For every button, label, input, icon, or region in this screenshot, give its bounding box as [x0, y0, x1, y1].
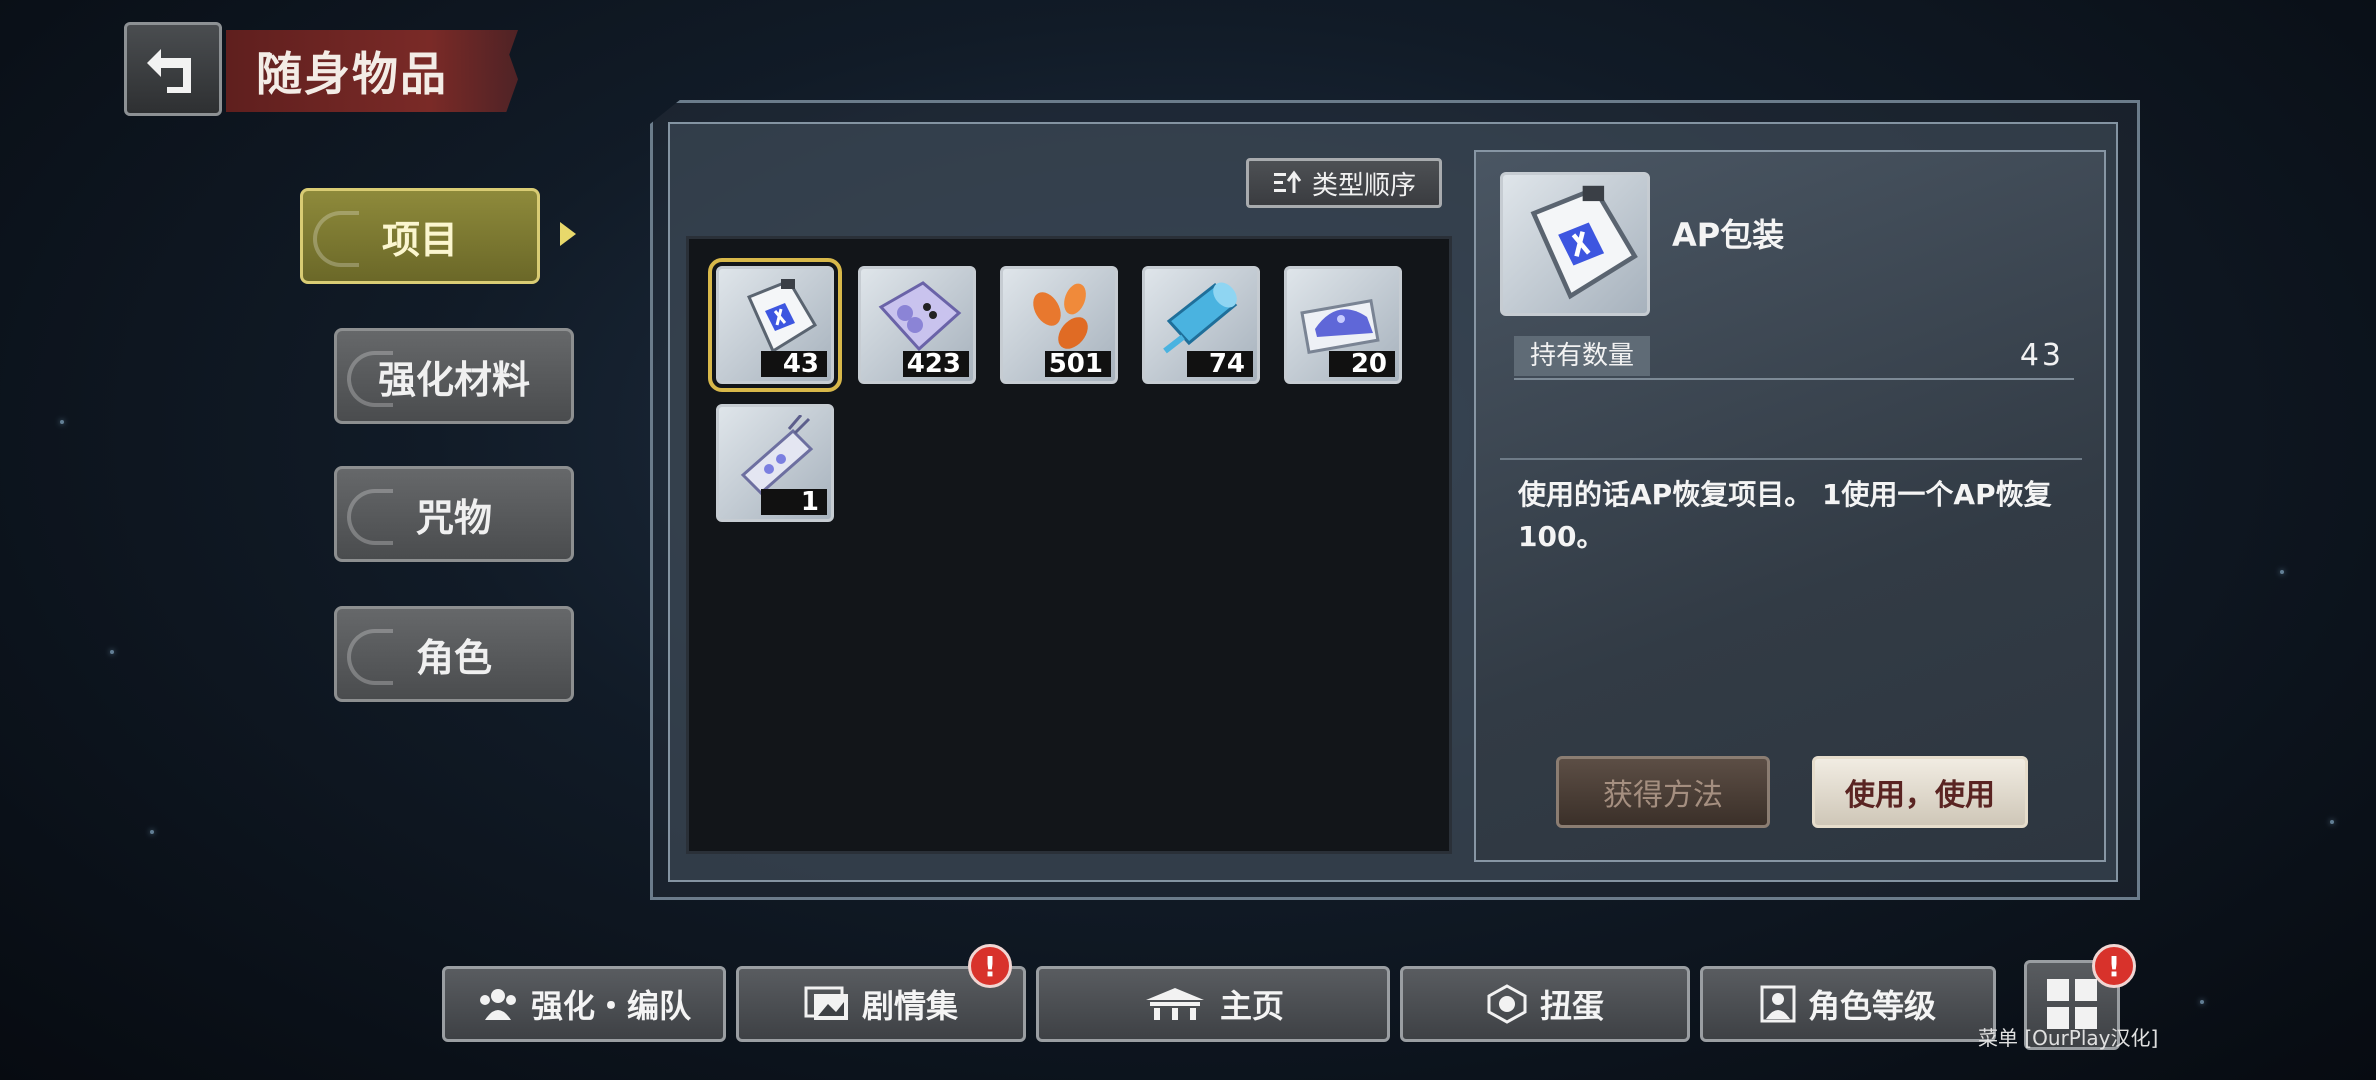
back-button[interactable] [124, 22, 222, 116]
gacha-icon [1487, 984, 1527, 1024]
orange-leaves-icon [1033, 283, 1088, 349]
sort-button[interactable]: 类型顺序 [1246, 158, 1442, 208]
page-title: 随身物品 [256, 47, 448, 101]
detail-divider [1500, 458, 2082, 460]
owned-quantity-label: 持有数量 [1514, 336, 1651, 376]
tab-decoration [347, 629, 393, 685]
item-quantity: 20 [1329, 351, 1395, 377]
crystal-tag-icon [740, 415, 814, 495]
active-tab-arrow-icon [560, 222, 576, 246]
item-quantity: 501 [1045, 351, 1111, 377]
nav-character-level[interactable]: 角色等级 [1700, 966, 1996, 1042]
background-star [110, 650, 114, 654]
sort-icon [1273, 170, 1302, 193]
character-portrait-icon [1760, 985, 1796, 1023]
ap-package-icon [1530, 185, 1638, 300]
crystal-sheet-icon [878, 281, 962, 352]
tab-label: 角色 [415, 635, 492, 680]
item-slot-blue-crystal-pile[interactable]: 20 [1284, 266, 1402, 384]
back-arrow-icon [147, 49, 191, 93]
tab-items[interactable]: 项目 [300, 188, 540, 284]
story-album-icon [804, 986, 848, 1020]
use-button[interactable]: 使用，使用 [1812, 756, 2028, 828]
nav-label: 主页 [1219, 987, 1284, 1025]
item-slot-crystal-sheet[interactable]: 423 [858, 266, 976, 384]
background-star [150, 830, 154, 834]
background-star [60, 420, 64, 424]
item-quantity: 423 [903, 351, 969, 377]
owned-quantity-row: 持有数量 43 [1514, 336, 2074, 380]
ap-package-icon [746, 279, 818, 354]
tab-decoration [313, 211, 359, 267]
blue-crystal-pile-icon [1300, 298, 1380, 354]
title-banner: 随身物品 [226, 30, 518, 112]
item-description: 使用的话AP恢复项目。 1使用一个AP恢复100。 [1518, 478, 2052, 553]
item-quantity: 43 [761, 351, 827, 377]
tab-characters[interactable]: 角色 [334, 606, 574, 702]
detail-item-name: AP包装 [1672, 216, 1785, 254]
nav-label: 强化・编队 [530, 987, 691, 1025]
item-quantity: 74 [1187, 351, 1253, 377]
sort-label: 类型顺序 [1311, 170, 1416, 201]
background-star [2280, 570, 2284, 574]
tab-label: 强化材料 [377, 357, 530, 402]
item-slot-orange-leaves[interactable]: 501 [1000, 266, 1118, 384]
tab-decoration [347, 489, 393, 545]
background-star [2200, 1000, 2204, 1004]
team-icon [479, 989, 516, 1020]
item-slot-crystal-tag[interactable]: 1 [716, 404, 834, 522]
obtain-method-button[interactable]: 获得方法 [1556, 756, 1770, 828]
nav-gacha[interactable]: 扭蛋 [1400, 966, 1690, 1042]
tab-decoration [347, 351, 393, 407]
menu-label: 菜单 [OurPlay汉化] [1978, 1026, 2159, 1050]
blue-scroll-icon [1163, 282, 1238, 354]
nav-label: 扭蛋 [1539, 987, 1604, 1025]
tab-curios[interactable]: 咒物 [334, 466, 574, 562]
owned-quantity-value: 43 [2019, 338, 2064, 373]
detail-item-icon [1500, 172, 1650, 316]
home-icon [1145, 988, 1204, 1020]
tab-label: 咒物 [415, 495, 492, 540]
nav-enhance-team[interactable]: 强化・编队 [442, 966, 726, 1042]
tab-enhance-materials[interactable]: 强化材料 [334, 328, 574, 424]
nav-label: 剧情集 [861, 987, 958, 1025]
item-slot-ap-package[interactable]: 43 [708, 258, 842, 392]
background-star [2330, 820, 2334, 824]
story-alert-badge: ! [968, 944, 1012, 988]
tab-label: 项目 [381, 217, 458, 262]
item-quantity: 1 [761, 489, 827, 515]
nav-label: 角色等级 [1807, 987, 1936, 1025]
nav-home[interactable]: 主页 [1036, 966, 1390, 1042]
menu-alert-badge: ! [2092, 944, 2136, 988]
item-slot-blue-scroll[interactable]: 74 [1142, 266, 1260, 384]
